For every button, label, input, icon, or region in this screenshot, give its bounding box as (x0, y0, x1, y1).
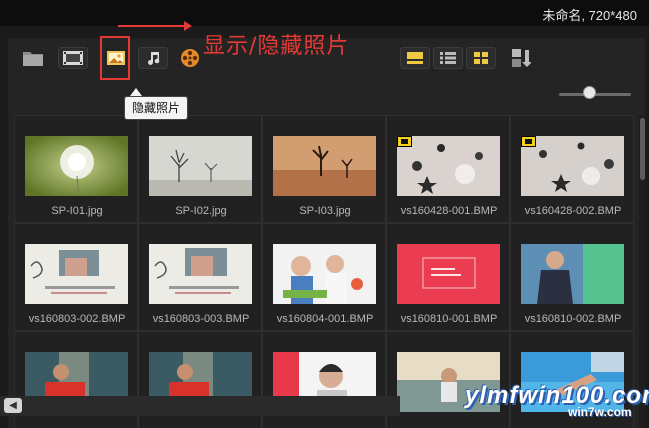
media-item[interactable]: vs160810-001.BMP (386, 223, 510, 331)
media-grid: SP-I01.jpg SP-I02.jpg SP-I03.jpg vs16042… (14, 115, 639, 427)
media-item-label: vs160810-001.BMP (400, 313, 498, 325)
thumbnail-view-button[interactable] (400, 47, 430, 69)
media-item[interactable]: vs160804-001.BMP (262, 223, 386, 331)
media-thumbnail (149, 244, 252, 304)
media-library-panel: SP-I01.jpg SP-I02.jpg SP-I03.jpg vs16042… (8, 38, 645, 428)
music-note-icon (148, 52, 160, 65)
media-thumbnail (521, 136, 624, 196)
project-title: 未命名, 720*480 (542, 8, 637, 23)
list-view-button[interactable] (433, 47, 463, 69)
media-thumbnail (25, 136, 128, 196)
media-item-label: vs160804-001.BMP (276, 313, 374, 325)
media-item[interactable]: SP-I01.jpg (14, 115, 138, 223)
grid-view-button[interactable] (466, 47, 496, 69)
scroll-left-button[interactable]: ◀ (4, 398, 22, 413)
horizontal-scrollbar[interactable] (0, 396, 400, 416)
animated-badge-icon (521, 136, 536, 147)
media-item[interactable]: vs160428-002.BMP (510, 115, 634, 223)
film-reel-button[interactable] (175, 47, 205, 69)
media-item-label: vs160428-002.BMP (524, 205, 622, 217)
folder-icon (23, 52, 43, 66)
annotation-text: 显示/隐藏照片 (203, 34, 350, 59)
media-item-label: vs160803-002.BMP (28, 313, 126, 325)
film-reel-icon (181, 49, 199, 67)
title-bar: 未命名, 720*480 (0, 0, 649, 26)
show-video-button[interactable] (58, 47, 88, 69)
media-item[interactable]: SP-I02.jpg (138, 115, 262, 223)
media-item-label: SP-I02.jpg (175, 205, 227, 217)
film-icon (63, 51, 83, 65)
media-item-label: vs160803-003.BMP (152, 313, 250, 325)
annotation-arrow-line (118, 25, 188, 27)
animated-badge-icon (397, 136, 412, 147)
watermark-sub-text: win7w.com (568, 405, 632, 419)
media-thumbnail (273, 244, 376, 304)
sort-button[interactable] (506, 47, 536, 69)
media-item[interactable] (386, 331, 510, 427)
media-thumbnail (397, 244, 500, 304)
show-audio-button[interactable] (138, 47, 168, 69)
media-item[interactable]: vs160810-002.BMP (510, 223, 634, 331)
media-thumbnail (25, 244, 128, 304)
zoom-slider-thumb[interactable] (583, 86, 596, 99)
vertical-scrollbar-thumb[interactable] (640, 118, 645, 180)
media-thumbnail (521, 244, 624, 304)
chevron-left-icon: ◀ (9, 400, 17, 411)
list-view-icon (440, 52, 456, 64)
media-item-label: vs160428-001.BMP (400, 205, 498, 217)
media-item[interactable]: vs160803-002.BMP (14, 223, 138, 331)
media-item[interactable]: SP-I03.jpg (262, 115, 386, 223)
grid-view-icon (474, 52, 488, 64)
media-thumbnail (149, 136, 252, 196)
media-thumbnail (397, 136, 500, 196)
media-item[interactable]: vs160803-003.BMP (138, 223, 262, 331)
sort-az-icon (512, 49, 531, 67)
media-thumbnail (273, 136, 376, 196)
annotation-arrow-head (184, 21, 192, 31)
thumbnail-view-icon (407, 52, 423, 64)
media-item-label: SP-I03.jpg (299, 205, 351, 217)
tooltip-tail (130, 88, 142, 96)
highlight-box (100, 36, 130, 80)
media-item-label: vs160810-002.BMP (524, 313, 622, 325)
media-item[interactable]: vs160428-001.BMP (386, 115, 510, 223)
media-item-label: SP-I01.jpg (51, 205, 103, 217)
hide-photo-tooltip: 隐藏照片 (124, 96, 189, 120)
folder-button[interactable] (18, 47, 48, 69)
